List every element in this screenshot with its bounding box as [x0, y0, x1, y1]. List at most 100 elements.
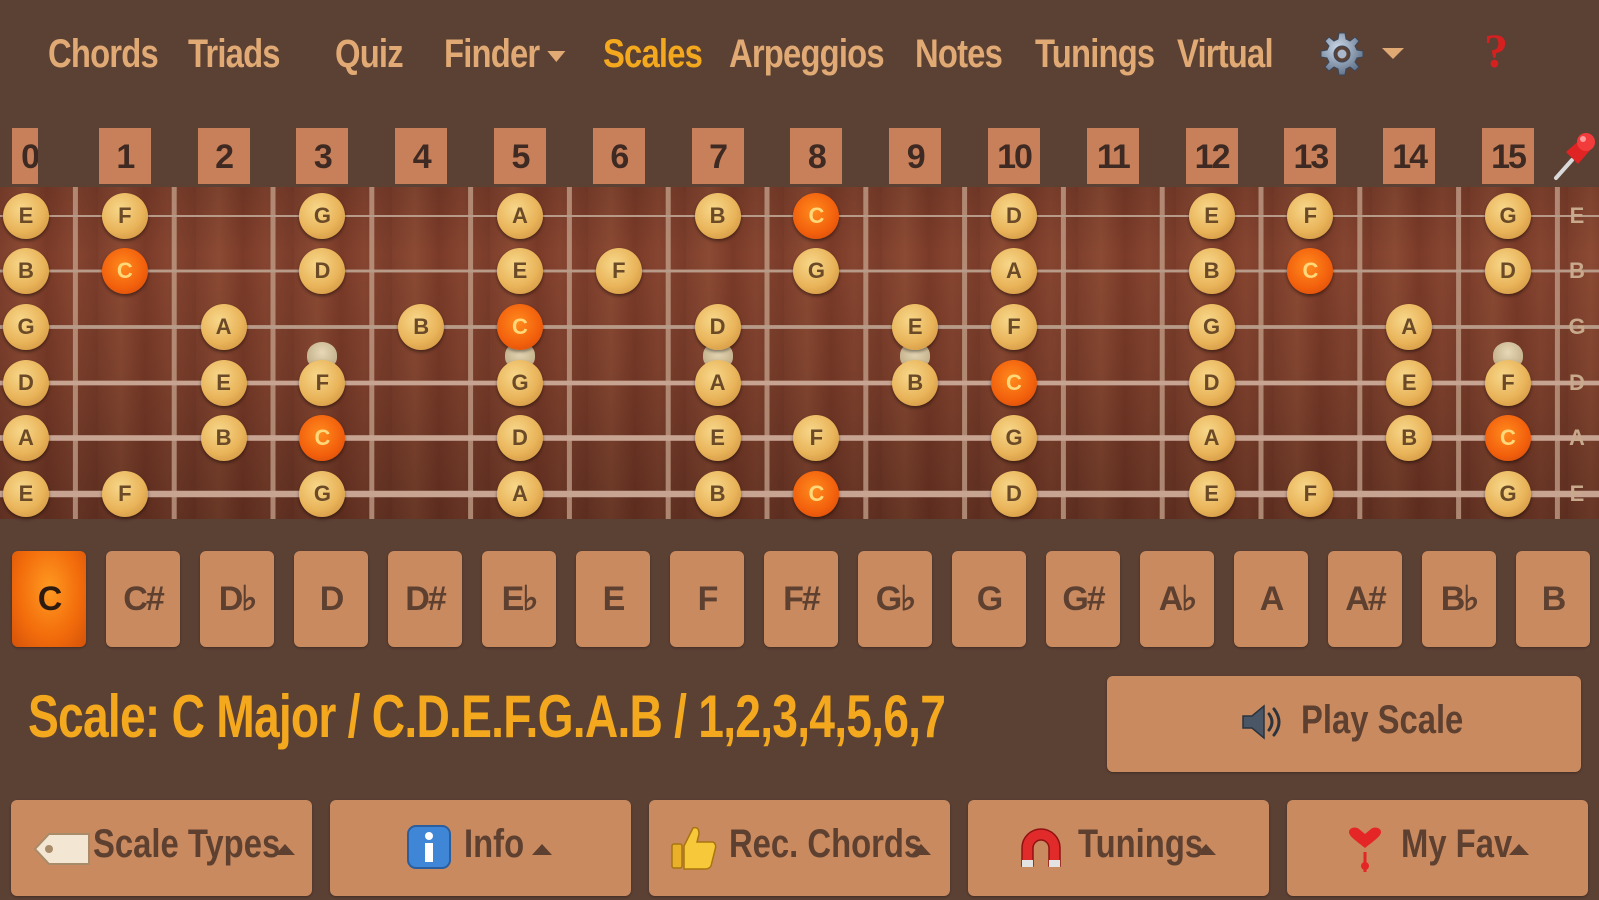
note-marker[interactable]: E	[1188, 193, 1235, 239]
fret-number-15: 15	[1482, 128, 1534, 184]
note-marker[interactable]: G	[1485, 193, 1531, 239]
key-button[interactable]: D♭	[200, 551, 274, 647]
fret-wire	[962, 187, 968, 519]
note-marker[interactable]: E	[3, 471, 49, 517]
chevron-up-icon	[1509, 844, 1529, 855]
key-button[interactable]: B	[1516, 551, 1590, 647]
tunings-button[interactable]: Tunings	[968, 800, 1269, 896]
note-marker[interactable]: B	[694, 193, 741, 239]
fret-number-0: 0	[12, 128, 38, 184]
note-marker[interactable]: D	[1485, 248, 1531, 294]
key-button[interactable]: C#	[106, 551, 180, 647]
note-marker[interactable]: F	[1485, 360, 1531, 406]
root-note-marker[interactable]: C	[1485, 415, 1531, 461]
key-button[interactable]: C	[12, 551, 86, 647]
key-button[interactable]: F	[670, 551, 744, 647]
nav-tunings[interactable]: Tunings	[1035, 28, 1155, 80]
note-marker[interactable]: A	[1386, 304, 1433, 350]
root-note-marker[interactable]: C	[497, 304, 543, 350]
scale-types-button[interactable]: Scale Types	[11, 800, 312, 896]
fretboard	[0, 187, 1599, 519]
note-marker[interactable]: G	[497, 360, 543, 406]
note-marker[interactable]: A	[200, 304, 247, 350]
root-note-marker[interactable]: C	[101, 248, 148, 294]
note-marker[interactable]: B	[694, 471, 741, 517]
string-label: E	[1569, 481, 1585, 506]
note-marker[interactable]: D	[3, 360, 49, 406]
note-marker[interactable]: F	[595, 248, 642, 294]
note-marker[interactable]: A	[1188, 415, 1235, 461]
fret-wire	[665, 187, 671, 519]
key-button[interactable]: D	[294, 551, 368, 647]
nav-notes[interactable]: Notes	[915, 28, 1003, 80]
note-marker[interactable]: A	[3, 415, 49, 461]
note-marker[interactable]: E	[200, 360, 247, 406]
fret-wire	[171, 187, 177, 519]
key-button[interactable]: B♭	[1422, 551, 1496, 647]
note-marker[interactable]: E	[892, 304, 939, 350]
fret-number-5: 5	[494, 128, 546, 184]
key-button[interactable]: A♭	[1140, 551, 1214, 647]
note-marker[interactable]: D	[991, 193, 1037, 239]
nav-arpeggios[interactable]: Arpeggios	[729, 28, 885, 80]
key-button[interactable]: A	[1234, 551, 1308, 647]
play-scale-button[interactable]: Play Scale	[1107, 676, 1581, 772]
rec-chords-button[interactable]: Rec. Chords	[649, 800, 950, 896]
settings-chevron-down-icon[interactable]	[1382, 48, 1404, 59]
note-marker[interactable]: D	[991, 471, 1037, 517]
note-marker[interactable]: A	[694, 360, 741, 406]
key-button[interactable]: G#	[1046, 551, 1120, 647]
nav-quiz[interactable]: Quiz	[335, 28, 404, 80]
key-button[interactable]: G♭	[858, 551, 932, 647]
note-marker[interactable]: B	[892, 360, 939, 406]
note-marker[interactable]: B	[200, 415, 247, 461]
key-button[interactable]: A#	[1328, 551, 1402, 647]
top-nav: Chords Triads Quiz Finder Scales Arpeggi…	[0, 0, 1599, 110]
scale-types-label: Scale Types	[93, 822, 281, 866]
note-marker[interactable]: D	[1188, 360, 1235, 406]
fret-number-10: 10	[988, 128, 1040, 184]
fret-number-9: 9	[889, 128, 942, 184]
nav-triads[interactable]: Triads	[188, 28, 281, 80]
root-note-marker[interactable]: C	[991, 360, 1037, 406]
note-marker[interactable]: G	[1188, 304, 1235, 350]
note-marker[interactable]: B	[3, 248, 49, 294]
note-marker[interactable]: D	[497, 415, 543, 461]
note-marker[interactable]: D	[694, 304, 741, 350]
note-marker[interactable]: F	[101, 193, 148, 239]
note-marker[interactable]: A	[991, 248, 1037, 294]
note-marker[interactable]: B	[1386, 415, 1433, 461]
note-marker[interactable]: F	[991, 304, 1037, 350]
note-marker[interactable]: E	[694, 415, 741, 461]
gear-icon[interactable]	[1318, 30, 1366, 78]
note-marker[interactable]: A	[497, 193, 543, 239]
note-marker[interactable]: B	[1188, 248, 1235, 294]
nav-virtual[interactable]: Virtual	[1177, 28, 1274, 80]
info-button[interactable]: Info	[330, 800, 631, 896]
note-marker[interactable]: E	[3, 193, 49, 239]
fret-number-11: 11	[1086, 128, 1139, 184]
key-button[interactable]: F#	[764, 551, 838, 647]
help-button[interactable]: ?	[1484, 24, 1508, 79]
note-marker[interactable]: B	[398, 304, 445, 350]
string-label: E	[1569, 203, 1585, 228]
note-marker[interactable]: E	[497, 248, 543, 294]
key-button[interactable]: E♭	[482, 551, 556, 647]
key-button[interactable]: E	[576, 551, 650, 647]
note-marker[interactable]: F	[101, 471, 148, 517]
key-button[interactable]: G	[952, 551, 1026, 647]
fret-wire	[1159, 187, 1165, 519]
note-marker[interactable]: G	[3, 304, 49, 350]
nav-finder[interactable]: Finder	[444, 28, 566, 80]
my-fav-button[interactable]: My Fav	[1287, 800, 1588, 896]
key-button[interactable]: D#	[388, 551, 462, 647]
nav-scales[interactable]: Scales	[603, 28, 703, 80]
nav-chords[interactable]: Chords	[48, 28, 159, 80]
note-marker[interactable]: G	[1485, 471, 1531, 517]
note-marker[interactable]: E	[1386, 360, 1433, 406]
note-marker[interactable]: E	[1188, 471, 1235, 517]
pin-icon[interactable]	[1552, 130, 1596, 182]
string-label: A	[1569, 425, 1585, 450]
note-marker[interactable]: G	[991, 415, 1037, 461]
note-marker[interactable]: A	[497, 471, 543, 517]
